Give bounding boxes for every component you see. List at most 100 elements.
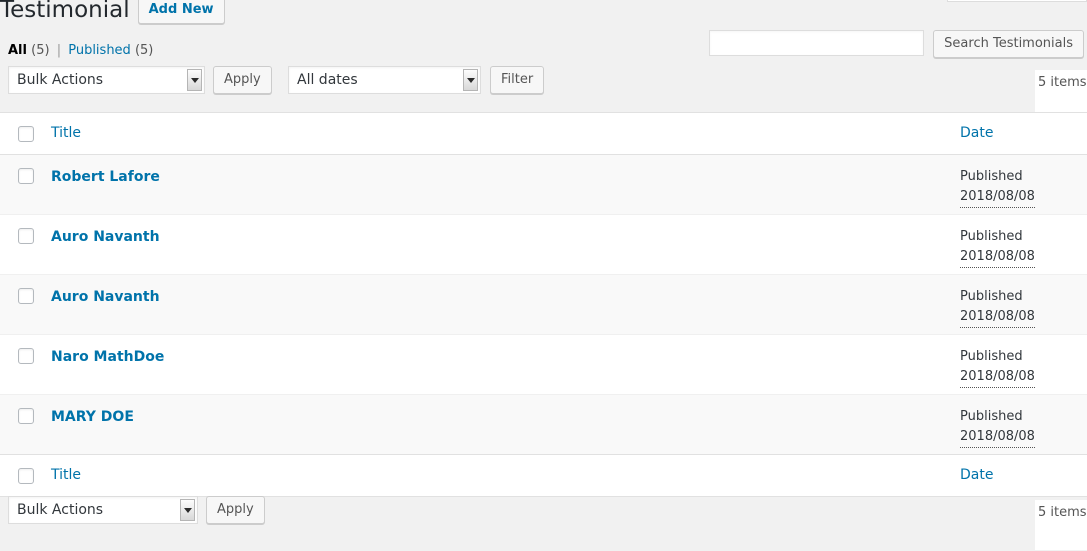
bulk-actions-select-top[interactable]: Bulk Actions xyxy=(8,66,205,94)
bulk-actions-top: Bulk Actions Apply xyxy=(8,66,272,94)
row-title-link[interactable]: Naro MathDoe xyxy=(48,335,164,366)
row-checkbox[interactable] xyxy=(18,288,34,304)
sort-date-link-top[interactable]: Date xyxy=(960,113,993,141)
sort-title-link-top[interactable]: Title xyxy=(51,113,81,141)
row-status: Published xyxy=(960,169,1023,184)
row-title-link[interactable]: Robert Lafore xyxy=(48,155,160,186)
status-filter-links: All (5) | Published (5) xyxy=(8,43,153,59)
status-separator: | xyxy=(56,43,62,58)
row-date: Published 2018/08/08 xyxy=(960,215,1087,268)
chevron-down-icon[interactable] xyxy=(463,69,478,91)
footer-cell-title: Title xyxy=(48,454,960,497)
chevron-down-icon[interactable] xyxy=(187,69,202,91)
header-cell-date: Date xyxy=(960,112,1087,155)
bulk-actions-select-top-value: Bulk Actions xyxy=(17,72,104,88)
row-cell-title: Naro MathDoe xyxy=(48,334,960,395)
row-cell-checkbox xyxy=(0,274,48,335)
filter-button[interactable]: Filter xyxy=(490,66,545,94)
row-checkbox-wrap xyxy=(0,335,48,364)
row-date-stamp: 2018/08/08 xyxy=(960,187,1035,208)
row-checkbox-wrap xyxy=(0,275,48,304)
row-checkbox-wrap xyxy=(0,395,48,424)
row-cell-title: MARY DOE xyxy=(48,394,960,455)
row-status: Published xyxy=(960,229,1023,244)
status-link-published[interactable]: Published xyxy=(68,43,131,58)
row-cell-date: Published 2018/08/08 xyxy=(960,394,1087,455)
add-new-button[interactable]: Add New xyxy=(137,0,225,24)
table-row: Auro Navanth Published 2018/08/08 xyxy=(0,274,1087,335)
search-submit-button[interactable]: Search Testimonials xyxy=(933,30,1084,58)
status-link-all[interactable]: All xyxy=(8,43,27,58)
sort-title-link-bottom[interactable]: Title xyxy=(51,455,81,483)
sort-date-link-bottom[interactable]: Date xyxy=(960,455,993,483)
footer-cell-date: Date xyxy=(960,454,1087,497)
row-title-link[interactable]: MARY DOE xyxy=(48,395,134,426)
apply-button-top[interactable]: Apply xyxy=(213,66,272,94)
row-date: Published 2018/08/08 xyxy=(960,395,1087,448)
row-checkbox-wrap xyxy=(0,155,48,184)
row-checkbox-wrap xyxy=(0,215,48,244)
row-title-link[interactable]: Auro Navanth xyxy=(48,275,160,306)
row-status: Published xyxy=(960,349,1023,364)
row-date: Published 2018/08/08 xyxy=(960,335,1087,388)
date-filter-select-value: All dates xyxy=(297,72,358,88)
row-date: Published 2018/08/08 xyxy=(960,275,1087,328)
testimonials-table: Title Date Robert Lafore Published 2018/… xyxy=(0,112,1087,497)
row-cell-checkbox xyxy=(0,394,48,455)
page-header: Testimonial Add New xyxy=(0,0,225,25)
table-row: MARY DOE Published 2018/08/08 xyxy=(0,394,1087,455)
tablenav-top: Bulk Actions Apply All dates Filter 5 it… xyxy=(0,66,1087,120)
row-checkbox[interactable] xyxy=(18,348,34,364)
status-count-published: (5) xyxy=(134,43,154,58)
chevron-down-icon[interactable] xyxy=(180,499,195,521)
header-cell-checkbox xyxy=(0,112,48,155)
row-cell-date: Published 2018/08/08 xyxy=(960,155,1087,215)
row-checkbox[interactable] xyxy=(18,408,34,424)
bulk-actions-bottom: Bulk Actions Apply xyxy=(8,496,265,524)
table-header-row: Title Date xyxy=(0,112,1087,155)
row-status: Published xyxy=(960,289,1023,304)
table-row: Auro Navanth Published 2018/08/08 xyxy=(0,214,1087,275)
tablenav-bottom: Bulk Actions Apply 5 items xyxy=(0,496,1087,550)
row-status: Published xyxy=(960,409,1023,424)
row-cell-title: Auro Navanth xyxy=(48,214,960,275)
table-foot: Title Date xyxy=(0,454,1087,497)
row-date: Published 2018/08/08 xyxy=(960,155,1087,208)
row-checkbox[interactable] xyxy=(18,168,34,184)
row-cell-checkbox xyxy=(0,214,48,275)
clipped-screen-panel xyxy=(947,0,1087,2)
row-date-stamp: 2018/08/08 xyxy=(960,247,1035,268)
row-cell-checkbox xyxy=(0,334,48,395)
row-cell-date: Published 2018/08/08 xyxy=(960,274,1087,335)
items-count-bottom: 5 items xyxy=(1035,500,1087,550)
select-all-checkbox-wrap xyxy=(0,113,48,142)
row-date-stamp: 2018/08/08 xyxy=(960,367,1035,388)
row-cell-date: Published 2018/08/08 xyxy=(960,334,1087,395)
table-body: Robert Lafore Published 2018/08/08 Auro … xyxy=(0,154,1087,455)
select-all-checkbox-top[interactable] xyxy=(18,126,34,142)
search-box: Search Testimonials xyxy=(709,30,1084,58)
row-date-stamp: 2018/08/08 xyxy=(960,307,1035,328)
row-cell-checkbox xyxy=(0,155,48,215)
table-head: Title Date xyxy=(0,112,1087,155)
table-row: Robert Lafore Published 2018/08/08 xyxy=(0,154,1087,215)
row-date-stamp: 2018/08/08 xyxy=(960,427,1035,448)
row-cell-title: Robert Lafore xyxy=(48,155,960,215)
row-title-link[interactable]: Auro Navanth xyxy=(48,215,160,246)
search-input[interactable] xyxy=(709,30,925,56)
select-all-checkbox-wrap xyxy=(0,455,48,484)
select-all-checkbox-bottom[interactable] xyxy=(18,468,34,484)
header-cell-title: Title xyxy=(48,112,960,155)
date-filter-group: All dates Filter xyxy=(288,66,545,94)
table-footer-row: Title Date xyxy=(0,454,1087,497)
footer-cell-checkbox xyxy=(0,454,48,497)
bulk-actions-select-bottom[interactable]: Bulk Actions xyxy=(8,496,198,524)
bulk-actions-select-bottom-value: Bulk Actions xyxy=(17,502,104,518)
status-count-all: (5) xyxy=(31,43,50,58)
date-filter-select[interactable]: All dates xyxy=(288,66,481,94)
row-cell-title: Auro Navanth xyxy=(48,274,960,335)
row-checkbox[interactable] xyxy=(18,228,34,244)
table-row: Naro MathDoe Published 2018/08/08 xyxy=(0,334,1087,395)
page-title: Testimonial xyxy=(0,0,130,23)
apply-button-bottom[interactable]: Apply xyxy=(206,496,265,524)
